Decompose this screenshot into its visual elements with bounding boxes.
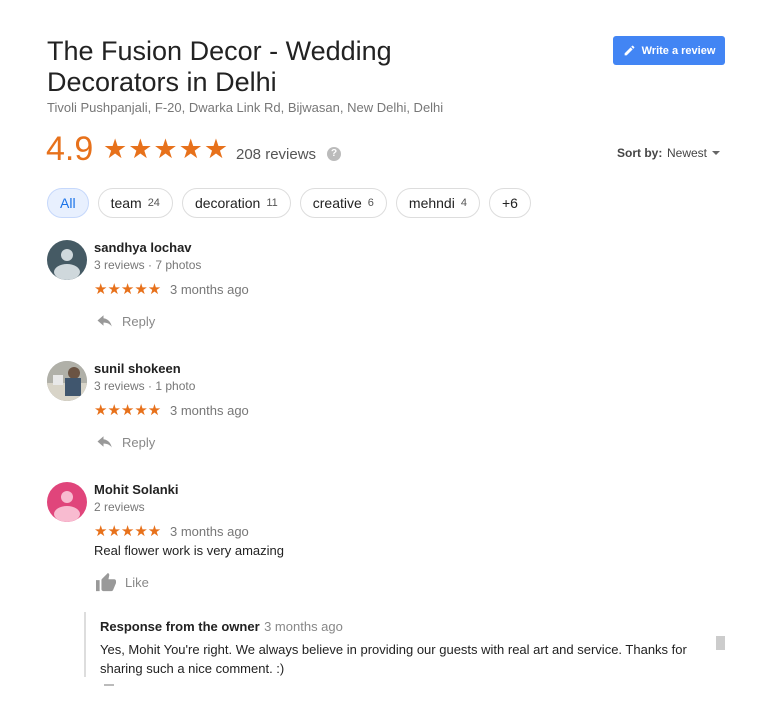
business-address: Tivoli Pushpanjali, F-20, Dwarka Link Rd… <box>47 100 444 115</box>
scrollbar-thumb[interactable] <box>716 636 725 650</box>
reply-label: Reply <box>122 314 156 329</box>
rating-stars: ★★★★★ <box>103 134 230 164</box>
help-icon[interactable]: ? <box>327 147 341 161</box>
chip-label: team <box>110 195 142 211</box>
review-count: 208 reviews <box>236 146 317 163</box>
chip-label: creative <box>312 195 362 211</box>
reply-label: Reply <box>122 435 156 450</box>
review-time: 3 months ago <box>170 403 249 418</box>
caret-down-icon[interactable] <box>712 151 720 155</box>
write-review-button[interactable]: Write a review <box>613 36 725 65</box>
reviewer-name[interactable]: Mohit Solanki <box>94 482 179 497</box>
reviewer-name[interactable]: sunil shokeen <box>94 361 181 376</box>
owner-response-title: Response from the owner <box>100 619 260 634</box>
review-time: 3 months ago <box>170 282 249 297</box>
chip-all[interactable]: All <box>47 188 89 218</box>
chip-label: mehndi <box>408 195 455 211</box>
rating-value: 4.9 <box>46 130 94 168</box>
chip-more[interactable]: +6 <box>488 188 531 218</box>
chip-label: decoration <box>194 195 261 211</box>
chip-count: 6 <box>367 197 374 209</box>
owner-response-time: 3 months ago <box>264 619 343 634</box>
review-text: Real flower work is very amazing <box>94 543 285 558</box>
reply-button[interactable]: Reply <box>96 314 155 329</box>
sort-dropdown[interactable]: Newest <box>667 146 707 160</box>
review-time: 3 months ago <box>170 524 249 539</box>
sort-label: Sort by: <box>617 146 663 160</box>
reply-button[interactable]: Reply <box>96 435 155 450</box>
reviewer-name[interactable]: sandhya lochav <box>94 240 192 255</box>
chip-decoration[interactable]: decoration 11 <box>181 188 291 218</box>
chip-count: 11 <box>266 197 278 209</box>
reply-icon <box>97 314 112 326</box>
chip-creative[interactable]: creative 6 <box>299 188 387 218</box>
chip-label: +6 <box>501 195 518 211</box>
review-stars: ★★★★★ <box>94 523 162 540</box>
person-icon <box>54 249 80 280</box>
chip-mehndi[interactable]: mehndi 4 <box>395 188 480 218</box>
like-label: Like <box>125 574 149 590</box>
owner-response-text: Yes, Mohit You're right. We always belie… <box>100 642 687 676</box>
avatar[interactable] <box>47 361 87 401</box>
owner-response: Response from the owner 3 months ago Yes… <box>84 612 687 677</box>
next-action-icon <box>104 684 114 688</box>
chip-team[interactable]: team 24 <box>97 188 173 218</box>
reviewer-meta: 2 reviews <box>94 500 145 514</box>
person-icon <box>54 491 80 522</box>
avatar[interactable] <box>47 482 87 522</box>
write-review-label: Write a review <box>641 44 716 57</box>
user-photo-icon <box>47 361 87 401</box>
pencil-icon <box>624 45 634 56</box>
thumbs-up-icon <box>96 572 116 592</box>
reviewer-meta: 3 reviews · 1 photo <box>94 379 196 393</box>
chip-count: 24 <box>147 197 160 209</box>
chip-label: All <box>60 195 76 211</box>
chip-count: 4 <box>460 197 467 209</box>
topic-chips: All team 24 decoration 11 creative 6 meh… <box>47 188 531 218</box>
business-title: The Fusion Decor - Wedding Decorators in… <box>47 36 392 97</box>
like-button[interactable]: Like <box>95 572 149 592</box>
reviewer-meta: 3 reviews · 7 photos <box>94 258 202 272</box>
reply-icon <box>97 435 112 447</box>
avatar[interactable] <box>47 240 87 280</box>
review-stars: ★★★★★ <box>94 402 162 419</box>
review-stars: ★★★★★ <box>94 281 162 298</box>
